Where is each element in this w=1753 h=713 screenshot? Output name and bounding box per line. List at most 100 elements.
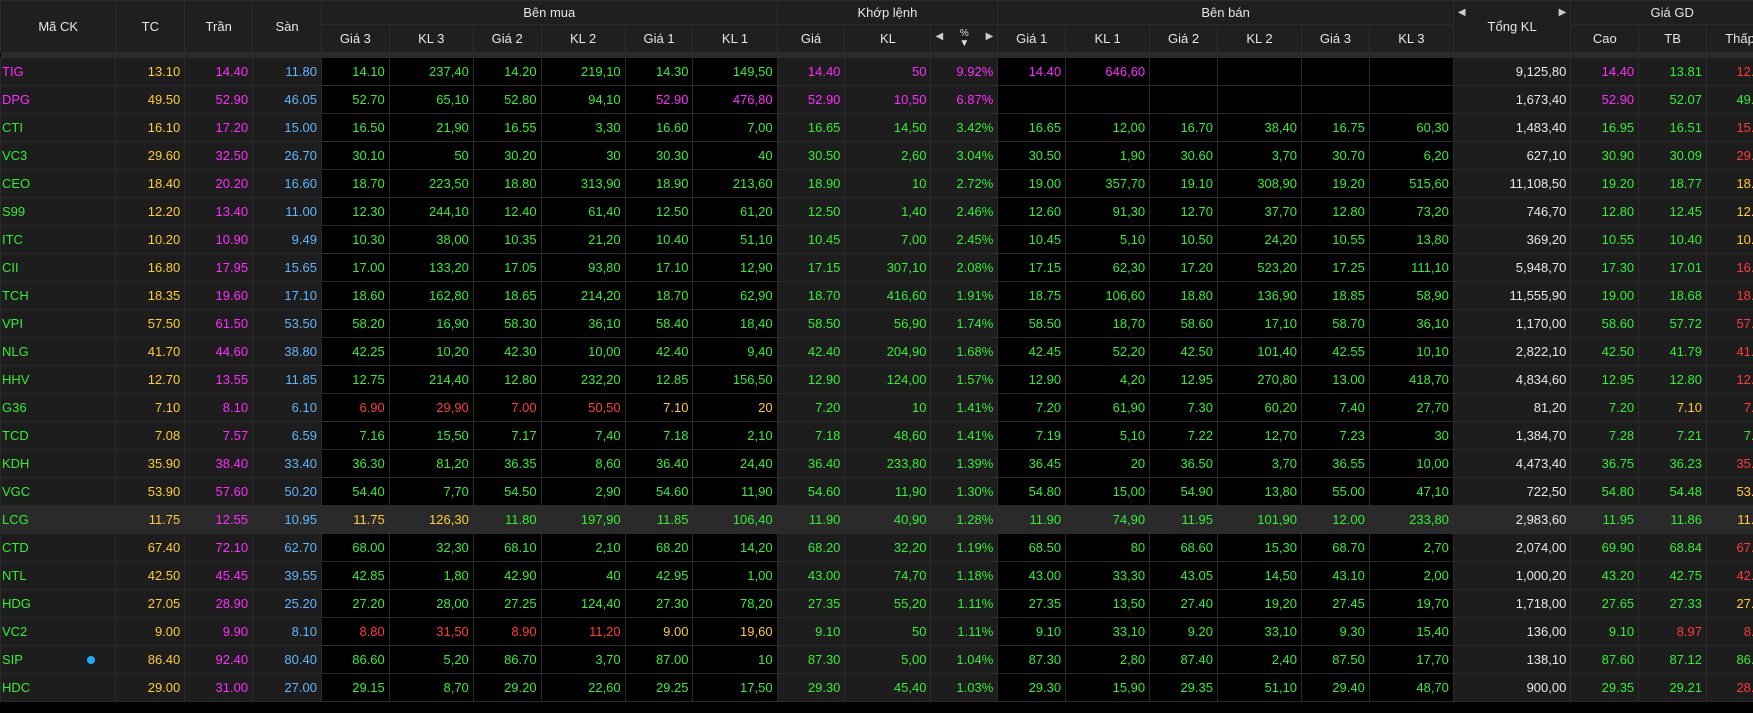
symbol-text[interactable]: TIG [2,64,24,79]
buy-price2[interactable]: 58.30 [472,309,542,338]
match-price[interactable]: 12.90 [776,365,846,394]
sell-price3[interactable]: 27.45 [1301,589,1370,618]
sell-price1[interactable]: 58.50 [997,309,1067,338]
match-price[interactable]: 87.30 [776,645,846,674]
buy-price1[interactable]: 58.40 [624,309,694,338]
sell-price1[interactable]: 16.65 [997,113,1067,142]
buy-price1[interactable]: 42.95 [624,561,694,590]
sell-price1[interactable]: 7.20 [997,393,1067,422]
col-buy-vol1[interactable]: KL 1 [692,24,778,53]
buy-price3[interactable]: 54.40 [320,477,390,506]
match-price[interactable]: 68.20 [776,533,846,562]
sell-price1[interactable]: 54.80 [997,477,1067,506]
match-price[interactable]: 18.90 [776,169,846,198]
buy-price3[interactable]: 42.25 [320,337,390,366]
buy-price2[interactable]: 42.90 [472,561,542,590]
match-price[interactable]: 58.50 [776,309,846,338]
buy-price2[interactable]: 68.10 [472,533,542,562]
buy-price1[interactable]: 54.60 [624,477,694,506]
match-price[interactable]: 36.40 [776,449,846,478]
symbol-cell[interactable]: S99 [0,197,117,226]
sell-price2[interactable]: 11.95 [1149,505,1218,534]
buy-price3[interactable]: 14.10 [320,57,390,86]
sell-price1[interactable]: 14.40 [997,57,1067,86]
sell-price2[interactable]: 29.35 [1149,673,1218,702]
symbol-text[interactable]: S99 [2,204,25,219]
buy-price2[interactable]: 18.80 [472,169,542,198]
table-row[interactable]: HDC 29.00 31.00 27.00 29.15 8,70 29.20 2… [0,673,1753,702]
symbol-cell[interactable]: TIG [0,57,117,86]
buy-price1[interactable]: 12.85 [624,365,694,394]
symbol-cell[interactable]: VPI [0,309,117,338]
col-symbol[interactable]: Mã CK [0,0,117,53]
table-row[interactable]: S99 12.20 13.40 11.00 12.30 244,10 12.40… [0,197,1753,226]
sell-price2[interactable]: 68.60 [1149,533,1218,562]
sell-price1[interactable]: 12.60 [997,197,1067,226]
buy-price1[interactable]: 18.70 [624,281,694,310]
buy-price3[interactable]: 36.30 [320,449,390,478]
buy-price1[interactable]: 14.30 [624,57,694,86]
sell-price2[interactable] [1149,85,1218,114]
buy-price3[interactable]: 29.15 [320,673,390,702]
buy-price2[interactable]: 42.30 [472,337,542,366]
sell-price1[interactable]: 11.90 [997,505,1067,534]
col-match-vol[interactable]: KL [844,24,932,53]
symbol-text[interactable]: LCG [2,512,29,527]
caret-right-icon[interactable]: ▶ [986,31,994,42]
col-buy-vol3[interactable]: KL 3 [388,24,474,53]
sell-price3[interactable]: 10.55 [1301,225,1370,254]
match-price[interactable]: 10.45 [776,225,846,254]
buy-price1[interactable]: 27.30 [624,589,694,618]
match-price[interactable]: 9.10 [776,617,846,646]
sell-price3[interactable]: 68.70 [1301,533,1370,562]
buy-price2[interactable]: 54.50 [472,477,542,506]
table-row[interactable]: VGC 53.90 57.60 50.20 54.40 7,70 54.50 2… [0,477,1753,506]
col-low[interactable]: Thấp [1706,24,1753,53]
buy-price2[interactable]: 27.25 [472,589,542,618]
col-sell-vol1[interactable]: KL 1 [1065,24,1151,53]
sell-price2[interactable]: 42.50 [1149,337,1218,366]
sell-price3[interactable]: 29.40 [1301,673,1370,702]
symbol-cell[interactable]: LCG [0,505,117,534]
match-price[interactable]: 11.90 [776,505,846,534]
symbol-text[interactable]: ITC [2,232,23,247]
buy-price3[interactable]: 58.20 [320,309,390,338]
caret-right-icon[interactable]: ▶ [1559,7,1567,18]
symbol-text[interactable]: HHV [2,372,29,387]
match-price[interactable]: 43.00 [776,561,846,590]
match-price[interactable]: 30.50 [776,141,846,170]
buy-price1[interactable]: 36.40 [624,449,694,478]
table-row[interactable]: ITC 10.20 10.90 9.49 10.30 38,00 10.35 2… [0,225,1753,254]
sell-price3[interactable] [1301,85,1370,114]
symbol-cell[interactable]: VGC [0,477,117,506]
table-row[interactable]: NTL 42.50 45.45 39.55 42.85 1,80 42.90 4… [0,561,1753,590]
sell-price3[interactable]: 9.30 [1301,617,1370,646]
table-row[interactable]: VC3 29.60 32.50 26.70 30.10 50 30.20 30 … [0,141,1753,170]
sell-price1[interactable]: 18.75 [997,281,1067,310]
symbol-cell[interactable]: CII [0,253,117,282]
buy-price2[interactable]: 86.70 [472,645,542,674]
symbol-text[interactable]: SIP [2,652,23,667]
sell-price3[interactable]: 7.23 [1301,421,1370,450]
sell-price3[interactable]: 12.80 [1301,197,1370,226]
buy-price1[interactable]: 7.18 [624,421,694,450]
symbol-cell[interactable]: CTD [0,533,117,562]
sell-price2[interactable]: 10.50 [1149,225,1218,254]
sell-price2[interactable]: 16.70 [1149,113,1218,142]
sell-price1[interactable]: 36.45 [997,449,1067,478]
sell-price1[interactable]: 27.35 [997,589,1067,618]
buy-price1[interactable]: 16.60 [624,113,694,142]
buy-price2[interactable]: 52.80 [472,85,542,114]
buy-price3[interactable]: 42.85 [320,561,390,590]
buy-price2[interactable]: 8.90 [472,617,542,646]
symbol-text[interactable]: VPI [2,316,23,331]
col-match-pct[interactable]: ◀ % ▼ ▶ [930,24,999,53]
col-sell-price2[interactable]: Giá 2 [1149,24,1218,53]
buy-price3[interactable]: 6.90 [320,393,390,422]
sell-price3[interactable]: 16.75 [1301,113,1370,142]
match-price[interactable]: 18.70 [776,281,846,310]
symbol-text[interactable]: KDH [2,456,29,471]
symbol-text[interactable]: NTL [2,568,27,583]
symbol-text[interactable]: G36 [2,400,27,415]
table-row[interactable]: TIG 13.10 14.40 11.80 14.10 237,40 14.20… [0,57,1753,86]
